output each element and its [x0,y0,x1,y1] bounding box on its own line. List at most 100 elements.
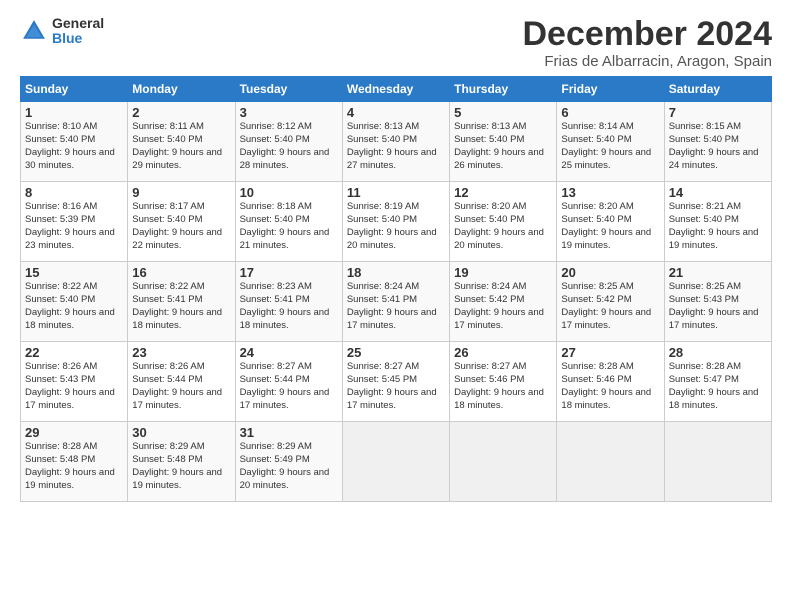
day-number: 10 [240,185,338,200]
calendar-week-5: 29 Sunrise: 8:28 AMSunset: 5:48 PMDaylig… [21,422,772,502]
day-info: Sunrise: 8:22 AMSunset: 5:40 PMDaylight:… [25,281,115,330]
day-number: 16 [132,265,230,280]
calendar-cell: 21 Sunrise: 8:25 AMSunset: 5:43 PMDaylig… [664,262,771,342]
calendar-cell: 4 Sunrise: 8:13 AMSunset: 5:40 PMDayligh… [342,102,449,182]
calendar-cell: 14 Sunrise: 8:21 AMSunset: 5:40 PMDaylig… [664,182,771,262]
day-number: 5 [454,105,552,120]
day-number: 3 [240,105,338,120]
calendar-cell: 29 Sunrise: 8:28 AMSunset: 5:48 PMDaylig… [21,422,128,502]
calendar-cell: 7 Sunrise: 8:15 AMSunset: 5:40 PMDayligh… [664,102,771,182]
calendar-cell: 11 Sunrise: 8:19 AMSunset: 5:40 PMDaylig… [342,182,449,262]
day-number: 1 [25,105,123,120]
calendar-cell: 9 Sunrise: 8:17 AMSunset: 5:40 PMDayligh… [128,182,235,262]
day-info: Sunrise: 8:13 AMSunset: 5:40 PMDaylight:… [347,121,437,170]
day-number: 2 [132,105,230,120]
day-info: Sunrise: 8:20 AMSunset: 5:40 PMDaylight:… [561,201,651,250]
day-info: Sunrise: 8:27 AMSunset: 5:44 PMDaylight:… [240,361,330,410]
day-number: 30 [132,425,230,440]
day-number: 15 [25,265,123,280]
calendar-cell: 12 Sunrise: 8:20 AMSunset: 5:40 PMDaylig… [450,182,557,262]
day-info: Sunrise: 8:14 AMSunset: 5:40 PMDaylight:… [561,121,651,170]
day-number: 22 [25,345,123,360]
day-number: 29 [25,425,123,440]
calendar-cell: 8 Sunrise: 8:16 AMSunset: 5:39 PMDayligh… [21,182,128,262]
day-number: 25 [347,345,445,360]
calendar-cell: 28 Sunrise: 8:28 AMSunset: 5:47 PMDaylig… [664,342,771,422]
logo-blue: Blue [52,31,104,46]
day-info: Sunrise: 8:28 AMSunset: 5:48 PMDaylight:… [25,441,115,490]
location-subtitle: Frias de Albarracin, Aragon, Spain [522,53,772,70]
calendar-cell: 16 Sunrise: 8:22 AMSunset: 5:41 PMDaylig… [128,262,235,342]
day-number: 28 [669,345,767,360]
calendar-cell: 2 Sunrise: 8:11 AMSunset: 5:40 PMDayligh… [128,102,235,182]
day-info: Sunrise: 8:18 AMSunset: 5:40 PMDaylight:… [240,201,330,250]
calendar-cell [664,422,771,502]
day-number: 18 [347,265,445,280]
day-info: Sunrise: 8:25 AMSunset: 5:42 PMDaylight:… [561,281,651,330]
calendar-cell [342,422,449,502]
day-number: 17 [240,265,338,280]
calendar-cell: 15 Sunrise: 8:22 AMSunset: 5:40 PMDaylig… [21,262,128,342]
logo-text: General Blue [52,16,104,47]
calendar-cell: 23 Sunrise: 8:26 AMSunset: 5:44 PMDaylig… [128,342,235,422]
day-number: 31 [240,425,338,440]
header: General Blue December 2024 Frias de Alba… [20,16,772,70]
day-number: 11 [347,185,445,200]
calendar-cell: 6 Sunrise: 8:14 AMSunset: 5:40 PMDayligh… [557,102,664,182]
calendar-week-3: 15 Sunrise: 8:22 AMSunset: 5:40 PMDaylig… [21,262,772,342]
day-number: 26 [454,345,552,360]
calendar-cell: 5 Sunrise: 8:13 AMSunset: 5:40 PMDayligh… [450,102,557,182]
day-number: 27 [561,345,659,360]
calendar-cell: 18 Sunrise: 8:24 AMSunset: 5:41 PMDaylig… [342,262,449,342]
calendar-cell [557,422,664,502]
day-number: 21 [669,265,767,280]
day-info: Sunrise: 8:11 AMSunset: 5:40 PMDaylight:… [132,121,222,170]
day-info: Sunrise: 8:19 AMSunset: 5:40 PMDaylight:… [347,201,437,250]
day-info: Sunrise: 8:28 AMSunset: 5:46 PMDaylight:… [561,361,651,410]
logo: General Blue [20,16,104,47]
day-info: Sunrise: 8:12 AMSunset: 5:40 PMDaylight:… [240,121,330,170]
day-info: Sunrise: 8:29 AMSunset: 5:49 PMDaylight:… [240,441,330,490]
logo-icon [20,17,48,45]
day-info: Sunrise: 8:27 AMSunset: 5:45 PMDaylight:… [347,361,437,410]
header-tuesday: Tuesday [235,77,342,102]
day-info: Sunrise: 8:16 AMSunset: 5:39 PMDaylight:… [25,201,115,250]
day-number: 13 [561,185,659,200]
calendar-cell [450,422,557,502]
day-info: Sunrise: 8:29 AMSunset: 5:48 PMDaylight:… [132,441,222,490]
header-saturday: Saturday [664,77,771,102]
calendar-cell: 22 Sunrise: 8:26 AMSunset: 5:43 PMDaylig… [21,342,128,422]
calendar-cell: 17 Sunrise: 8:23 AMSunset: 5:41 PMDaylig… [235,262,342,342]
day-info: Sunrise: 8:26 AMSunset: 5:44 PMDaylight:… [132,361,222,410]
day-number: 12 [454,185,552,200]
day-info: Sunrise: 8:20 AMSunset: 5:40 PMDaylight:… [454,201,544,250]
calendar-week-2: 8 Sunrise: 8:16 AMSunset: 5:39 PMDayligh… [21,182,772,262]
calendar-cell: 27 Sunrise: 8:28 AMSunset: 5:46 PMDaylig… [557,342,664,422]
day-info: Sunrise: 8:28 AMSunset: 5:47 PMDaylight:… [669,361,759,410]
day-info: Sunrise: 8:17 AMSunset: 5:40 PMDaylight:… [132,201,222,250]
day-number: 14 [669,185,767,200]
calendar-cell: 1 Sunrise: 8:10 AMSunset: 5:40 PMDayligh… [21,102,128,182]
calendar-cell: 19 Sunrise: 8:24 AMSunset: 5:42 PMDaylig… [450,262,557,342]
day-number: 4 [347,105,445,120]
day-info: Sunrise: 8:22 AMSunset: 5:41 PMDaylight:… [132,281,222,330]
title-block: December 2024 Frias de Albarracin, Arago… [522,16,772,70]
day-number: 20 [561,265,659,280]
logo-general: General [52,16,104,31]
day-info: Sunrise: 8:24 AMSunset: 5:41 PMDaylight:… [347,281,437,330]
calendar-table: Sunday Monday Tuesday Wednesday Thursday… [20,76,772,502]
calendar-week-4: 22 Sunrise: 8:26 AMSunset: 5:43 PMDaylig… [21,342,772,422]
day-info: Sunrise: 8:25 AMSunset: 5:43 PMDaylight:… [669,281,759,330]
day-info: Sunrise: 8:15 AMSunset: 5:40 PMDaylight:… [669,121,759,170]
header-monday: Monday [128,77,235,102]
day-info: Sunrise: 8:10 AMSunset: 5:40 PMDaylight:… [25,121,115,170]
calendar-cell: 20 Sunrise: 8:25 AMSunset: 5:42 PMDaylig… [557,262,664,342]
day-number: 9 [132,185,230,200]
day-info: Sunrise: 8:23 AMSunset: 5:41 PMDaylight:… [240,281,330,330]
calendar-cell: 30 Sunrise: 8:29 AMSunset: 5:48 PMDaylig… [128,422,235,502]
day-info: Sunrise: 8:27 AMSunset: 5:46 PMDaylight:… [454,361,544,410]
day-number: 24 [240,345,338,360]
header-sunday: Sunday [21,77,128,102]
day-info: Sunrise: 8:26 AMSunset: 5:43 PMDaylight:… [25,361,115,410]
calendar-cell: 25 Sunrise: 8:27 AMSunset: 5:45 PMDaylig… [342,342,449,422]
